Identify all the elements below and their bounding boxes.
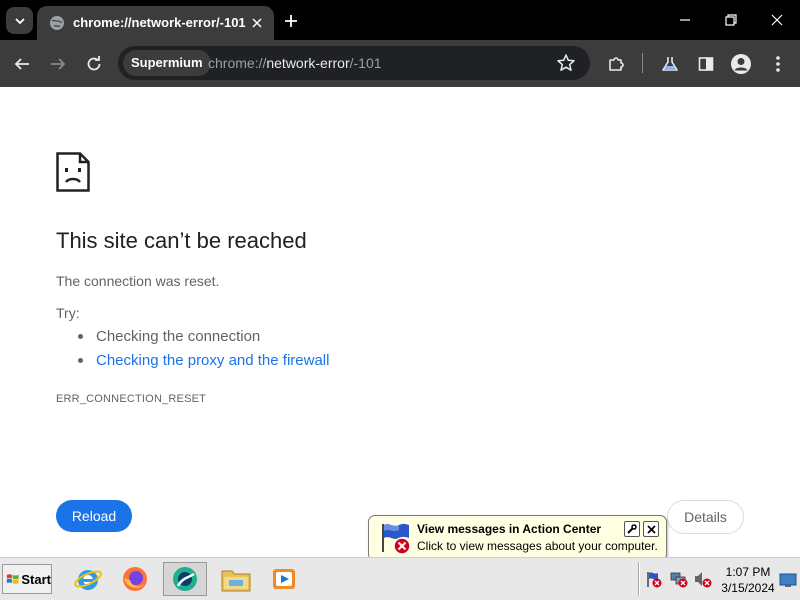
reload-button[interactable]: Reload: [56, 500, 132, 532]
side-panel-icon: [698, 57, 714, 71]
file-explorer-icon: [221, 570, 251, 592]
reload-toolbar-button[interactable]: [82, 52, 106, 76]
url-text[interactable]: chrome://network-error/-101: [208, 55, 382, 71]
internet-explorer-icon: [74, 570, 102, 590]
action-center-flag-icon: [382, 523, 411, 555]
minimize-icon: [680, 19, 690, 21]
toolbar-divider: [642, 53, 643, 73]
address-bar[interactable]: Supermium chrome://network-error/-101: [118, 46, 590, 80]
taskbar: Start 1:07 PM 3/15/2024: [0, 557, 800, 600]
star-icon[interactable]: [556, 53, 576, 73]
show-desktop-icon[interactable]: [779, 571, 797, 589]
balloon-title: View messages in Action Center: [417, 522, 602, 536]
page-title: This site can’t be reached: [56, 228, 307, 253]
clock-time[interactable]: 1:07 PM: [722, 565, 774, 579]
forward-button[interactable]: [46, 52, 70, 76]
media-player-icon: [273, 569, 295, 589]
wrench-icon: [627, 524, 637, 534]
labs-button[interactable]: [658, 52, 682, 76]
start-button[interactable]: Start: [2, 564, 52, 594]
chevron-down-icon: [14, 17, 25, 24]
action-center-balloon[interactable]: View messages in Action Center Click to …: [368, 515, 667, 561]
tab-strip: chrome://network-error/-101: [0, 0, 800, 40]
browser-chip[interactable]: Supermium: [123, 50, 211, 76]
list-bullet: [78, 334, 83, 339]
list-bullet: [78, 358, 83, 363]
back-button[interactable]: [10, 52, 34, 76]
tab-title: chrome://network-error/-101: [73, 15, 246, 30]
volume-muted-icon[interactable]: [694, 570, 712, 588]
firefox-icon: [123, 567, 147, 591]
profile-button[interactable]: [729, 52, 753, 76]
suggestion-proxy-firewall-link[interactable]: Checking the proxy and the firewall: [96, 352, 329, 369]
url-path: /-101: [349, 55, 382, 71]
url-scheme: chrome://: [208, 55, 267, 71]
windows-logo-icon: [6, 574, 19, 584]
restore-button[interactable]: [716, 6, 746, 34]
network-error-icon[interactable]: [670, 570, 688, 588]
close-window-button[interactable]: [762, 6, 792, 34]
tab-close-button[interactable]: [247, 13, 267, 33]
reload-icon: [87, 56, 101, 71]
restore-icon: [725, 14, 737, 26]
minimize-button[interactable]: [670, 6, 700, 34]
close-icon: [252, 18, 262, 28]
side-panel-button[interactable]: [694, 52, 718, 76]
taskbar-app-internet-explorer[interactable]: [66, 562, 110, 596]
clock-date[interactable]: 3/15/2024: [718, 581, 778, 595]
back-icon: [14, 58, 29, 70]
tab-search-button[interactable]: [6, 7, 33, 34]
sad-page-icon: [56, 152, 90, 192]
tab-active[interactable]: chrome://network-error/-101: [37, 6, 274, 40]
extensions-button[interactable]: [604, 52, 628, 76]
forward-icon: [51, 58, 66, 70]
plus-icon: [285, 15, 297, 27]
close-icon: [771, 14, 783, 26]
supermium-icon: [173, 567, 197, 591]
suggestion-check-connection: Checking the connection: [96, 328, 261, 345]
labs-icon: [662, 57, 678, 71]
balloon-text: Click to view messages about your comput…: [417, 539, 658, 553]
details-button[interactable]: Details: [667, 500, 744, 534]
error-description: The connection was reset.: [56, 273, 220, 289]
tray-separator: [638, 562, 640, 596]
error-code: ERR_CONNECTION_RESET: [56, 393, 207, 405]
globe-icon: [50, 16, 64, 30]
extensions-icon: [609, 57, 624, 71]
close-icon: [646, 524, 656, 534]
error-page: This site can’t be reached The connectio…: [0, 87, 800, 557]
new-tab-button[interactable]: [280, 10, 302, 32]
balloon-options-button[interactable]: [624, 521, 640, 537]
taskbar-app-supermium[interactable]: [163, 562, 207, 596]
menu-button[interactable]: [766, 52, 790, 76]
taskbar-app-media-player[interactable]: [262, 562, 306, 596]
taskbar-app-file-explorer[interactable]: [214, 562, 258, 596]
browser-toolbar: Supermium chrome://network-error/-101: [0, 40, 800, 87]
profile-icon: [731, 54, 751, 74]
action-center-flag-icon[interactable]: [645, 570, 663, 588]
try-label: Try:: [56, 305, 80, 321]
url-host: network-error: [266, 55, 350, 71]
taskbar-app-firefox[interactable]: [113, 562, 157, 596]
menu-icon: [776, 56, 780, 72]
balloon-close-button[interactable]: [643, 521, 659, 537]
start-label: Start: [21, 571, 51, 587]
